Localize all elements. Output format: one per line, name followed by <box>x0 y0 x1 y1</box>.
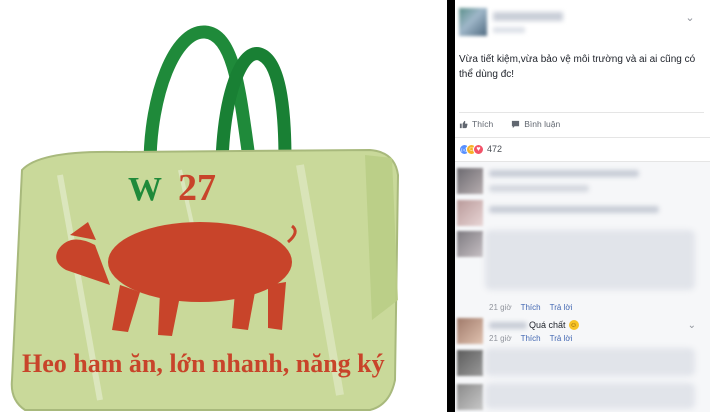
comment-text-blurred <box>485 348 695 376</box>
author-name-blurred[interactable] <box>493 12 563 21</box>
comment-reply-link[interactable]: Trả lời <box>550 334 573 343</box>
comment-text-blurred <box>485 230 695 290</box>
commenter-avatar[interactable] <box>457 384 483 410</box>
comment-time[interactable]: 21 giờ <box>489 303 512 312</box>
post-actions: Thích Bình luận <box>459 117 560 131</box>
post-caption: Vừa tiết kiệm,vừa bảo vệ môi trường và a… <box>459 54 696 80</box>
reactions-summary[interactable]: 👍︎ ☺ ♥ 472 <box>459 143 502 155</box>
commenter-avatar[interactable] <box>457 168 483 194</box>
post-header: ⌄ <box>455 0 710 46</box>
comment-text-blurred <box>489 206 659 213</box>
chevron-down-icon[interactable]: ⌄ <box>684 12 696 24</box>
post-time-blurred[interactable] <box>493 27 525 33</box>
like-label: Thích <box>472 119 494 129</box>
commenter-avatar[interactable] <box>457 200 483 226</box>
comment-body: Quá chất <box>529 320 566 330</box>
bag-code-27: 27 <box>178 167 216 209</box>
comment-meta: 21 giờ Thích Trả lời <box>489 303 572 312</box>
post-side-panel: ⌄ Vừa tiết kiệm,vừa bảo vệ môi trường và… <box>455 0 710 412</box>
reaction-count: 472 <box>487 144 503 154</box>
comment-meta: 21 giờ Thích Trả lời <box>489 334 572 343</box>
comment-label: Bình luận <box>524 119 561 129</box>
author-avatar[interactable] <box>459 8 487 36</box>
divider <box>459 112 704 113</box>
bag-slogan: Heo ham ăn, lớn nhanh, năng ký <box>22 349 385 378</box>
comment-text: Quá chất ☺ <box>529 320 579 330</box>
like-button[interactable]: Thích <box>459 119 493 129</box>
commenter-avatar[interactable] <box>457 350 483 376</box>
divider <box>455 161 710 162</box>
comment-like-link[interactable]: Thích <box>521 303 541 312</box>
panel-divider <box>447 0 455 412</box>
post-photo[interactable]: W 27 Heo ham ăn, lớn nhanh, năng ký <box>0 0 447 412</box>
thumbs-up-icon <box>459 120 468 128</box>
love-icon: ♥ <box>473 143 484 155</box>
comment-text-blurred <box>485 383 695 409</box>
commenter-avatar[interactable] <box>457 318 483 344</box>
comment-icon <box>512 120 520 128</box>
comment-like-link[interactable]: Thích <box>521 334 541 343</box>
comment-button[interactable]: Bình luận <box>511 119 560 129</box>
comment-text-blurred <box>489 170 639 177</box>
divider <box>455 137 710 138</box>
bag-image: W 27 Heo ham ăn, lớn nhanh, năng ký <box>10 25 400 411</box>
chevron-down-icon[interactable]: ⌄ <box>688 320 696 331</box>
comment-text-blurred <box>489 185 589 192</box>
laughing-emoji-icon: ☺ <box>568 320 579 330</box>
commenter-avatar[interactable] <box>457 231 483 257</box>
commenter-name-blurred <box>489 322 527 329</box>
comment-reply-link[interactable]: Trả lời <box>550 303 573 312</box>
comment-time[interactable]: 21 giờ <box>489 334 512 343</box>
bag-code-w: W <box>128 171 162 208</box>
